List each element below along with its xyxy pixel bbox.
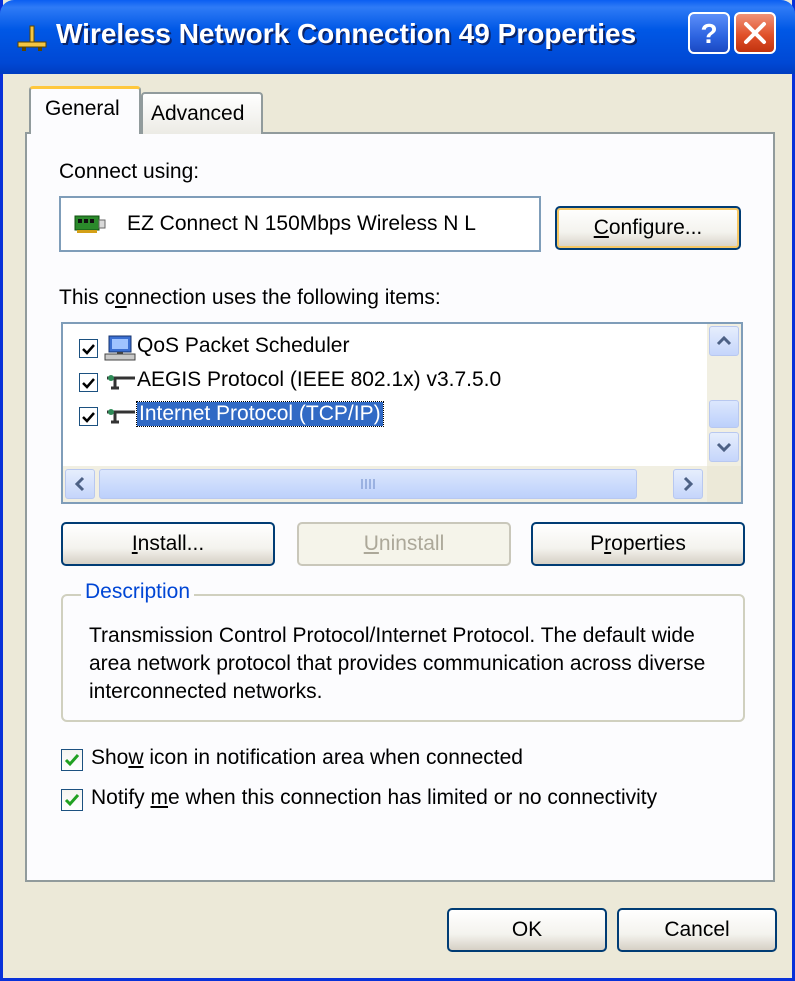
item-checkbox[interactable] (79, 373, 98, 392)
item-label: QoS Packet Scheduler (137, 334, 350, 357)
notify-checkbox[interactable] (61, 789, 83, 811)
checkmark-icon (64, 754, 80, 767)
checkmark-icon (82, 412, 95, 423)
network-scheduler-icon (104, 335, 136, 361)
scroll-thumb-horizontal[interactable] (99, 469, 637, 499)
vertical-scrollbar[interactable] (707, 324, 741, 466)
scroll-up-button[interactable] (709, 326, 739, 356)
show-icon-label-pre: Sho (91, 746, 129, 769)
item-label-selected: Internet Protocol (TCP/IP) (136, 401, 384, 427)
scroll-left-button[interactable] (65, 469, 95, 499)
scrollbar-corner (707, 466, 741, 502)
list-item[interactable]: QoS Packet Scheduler (79, 334, 679, 364)
configure-label-post: onfigure... (608, 216, 703, 239)
ok-button[interactable]: OK (447, 908, 607, 952)
checkmark-icon (64, 794, 80, 807)
window-title: Wireless Network Connection 49 Propertie… (56, 18, 637, 49)
items-listbox[interactable]: QoS Packet Scheduler AEGIS Protocol (IEE… (61, 322, 743, 504)
chevron-down-icon (716, 442, 732, 453)
items-label-pre: This c (59, 286, 116, 309)
description-title: Description (81, 580, 195, 604)
chevron-left-icon (74, 476, 85, 492)
protocol-icon (107, 375, 135, 390)
items-label: This connection uses the following items… (59, 286, 441, 310)
close-button[interactable] (734, 12, 776, 54)
properties-label-pre: P (590, 532, 605, 555)
adapter-name: EZ Connect N 150Mbps Wireless N L (127, 212, 476, 235)
notify-label-key: m (150, 786, 169, 809)
notify-label-pre: Notify (91, 786, 151, 809)
adapter-field: EZ Connect N 150Mbps Wireless N L (59, 196, 541, 252)
configure-label-key: C (593, 216, 609, 239)
notify-label: Notify me when this connection has limit… (91, 786, 657, 810)
scroll-thumb-vertical[interactable] (709, 400, 739, 428)
show-icon-checkbox[interactable] (61, 749, 83, 771)
uninstall-label-key: U (363, 532, 379, 555)
chevron-right-icon (683, 476, 694, 492)
question-mark-icon: ? (700, 18, 717, 49)
connect-using-label: Connect using: (59, 160, 200, 183)
horizontal-scrollbar[interactable] (63, 466, 707, 502)
show-icon-label-key: w (128, 746, 144, 769)
protocol-icon (107, 409, 135, 424)
svg-text:?: ? (700, 18, 717, 49)
show-icon-label: Show icon in notification area when conn… (91, 746, 523, 770)
list-item[interactable]: AEGIS Protocol (IEEE 802.1x) v3.7.5.0 (79, 368, 679, 398)
item-label: AEGIS Protocol (IEEE 802.1x) v3.7.5.0 (137, 368, 502, 391)
install-label-post: nstall... (137, 532, 205, 555)
configure-button[interactable]: Configure... (555, 206, 741, 250)
help-button[interactable]: ? (688, 12, 730, 54)
properties-button[interactable]: Properties (531, 522, 745, 566)
show-icon-option[interactable]: Show icon in notification area when conn… (61, 746, 761, 776)
list-item[interactable]: Internet Protocol (TCP/IP) (79, 401, 679, 432)
item-checkbox[interactable] (79, 339, 98, 358)
notify-label-post: e when this connection has limited or no… (168, 786, 658, 809)
checkmark-icon (82, 378, 95, 389)
tab-advanced[interactable]: Advanced (141, 92, 263, 134)
tab-advanced-label: Advanced (151, 102, 245, 125)
scroll-right-button[interactable] (673, 469, 703, 499)
show-icon-label-post: icon in notification area when connected (143, 746, 523, 769)
tab-general[interactable]: General (29, 86, 141, 134)
notify-option[interactable]: Notify me when this connection has limit… (61, 786, 761, 816)
properties-label-post: operties (611, 532, 686, 555)
chevron-up-icon (716, 335, 732, 346)
item-checkbox[interactable] (79, 407, 98, 426)
close-icon (744, 22, 766, 44)
tab-general-label: General (45, 97, 120, 120)
uninstall-label-post: ninstall (378, 532, 445, 555)
network-adapter-icon (74, 215, 106, 233)
items-label-post: nnection uses the following items: (126, 286, 441, 309)
checkmark-icon (82, 344, 95, 355)
scroll-down-button[interactable] (709, 432, 739, 462)
description-text: Transmission Control Protocol/Internet P… (89, 624, 706, 703)
items-label-key: o (115, 286, 127, 309)
properties-dialog: Wireless Network Connection 49 Propertie… (0, 0, 795, 981)
install-button[interactable]: Install... (61, 522, 275, 566)
title-bar[interactable]: Wireless Network Connection 49 Propertie… (0, 0, 795, 74)
uninstall-button[interactable]: Uninstall (297, 522, 511, 566)
grip-icon (361, 479, 375, 489)
network-connection-icon (17, 25, 47, 51)
cancel-button[interactable]: Cancel (617, 908, 777, 952)
